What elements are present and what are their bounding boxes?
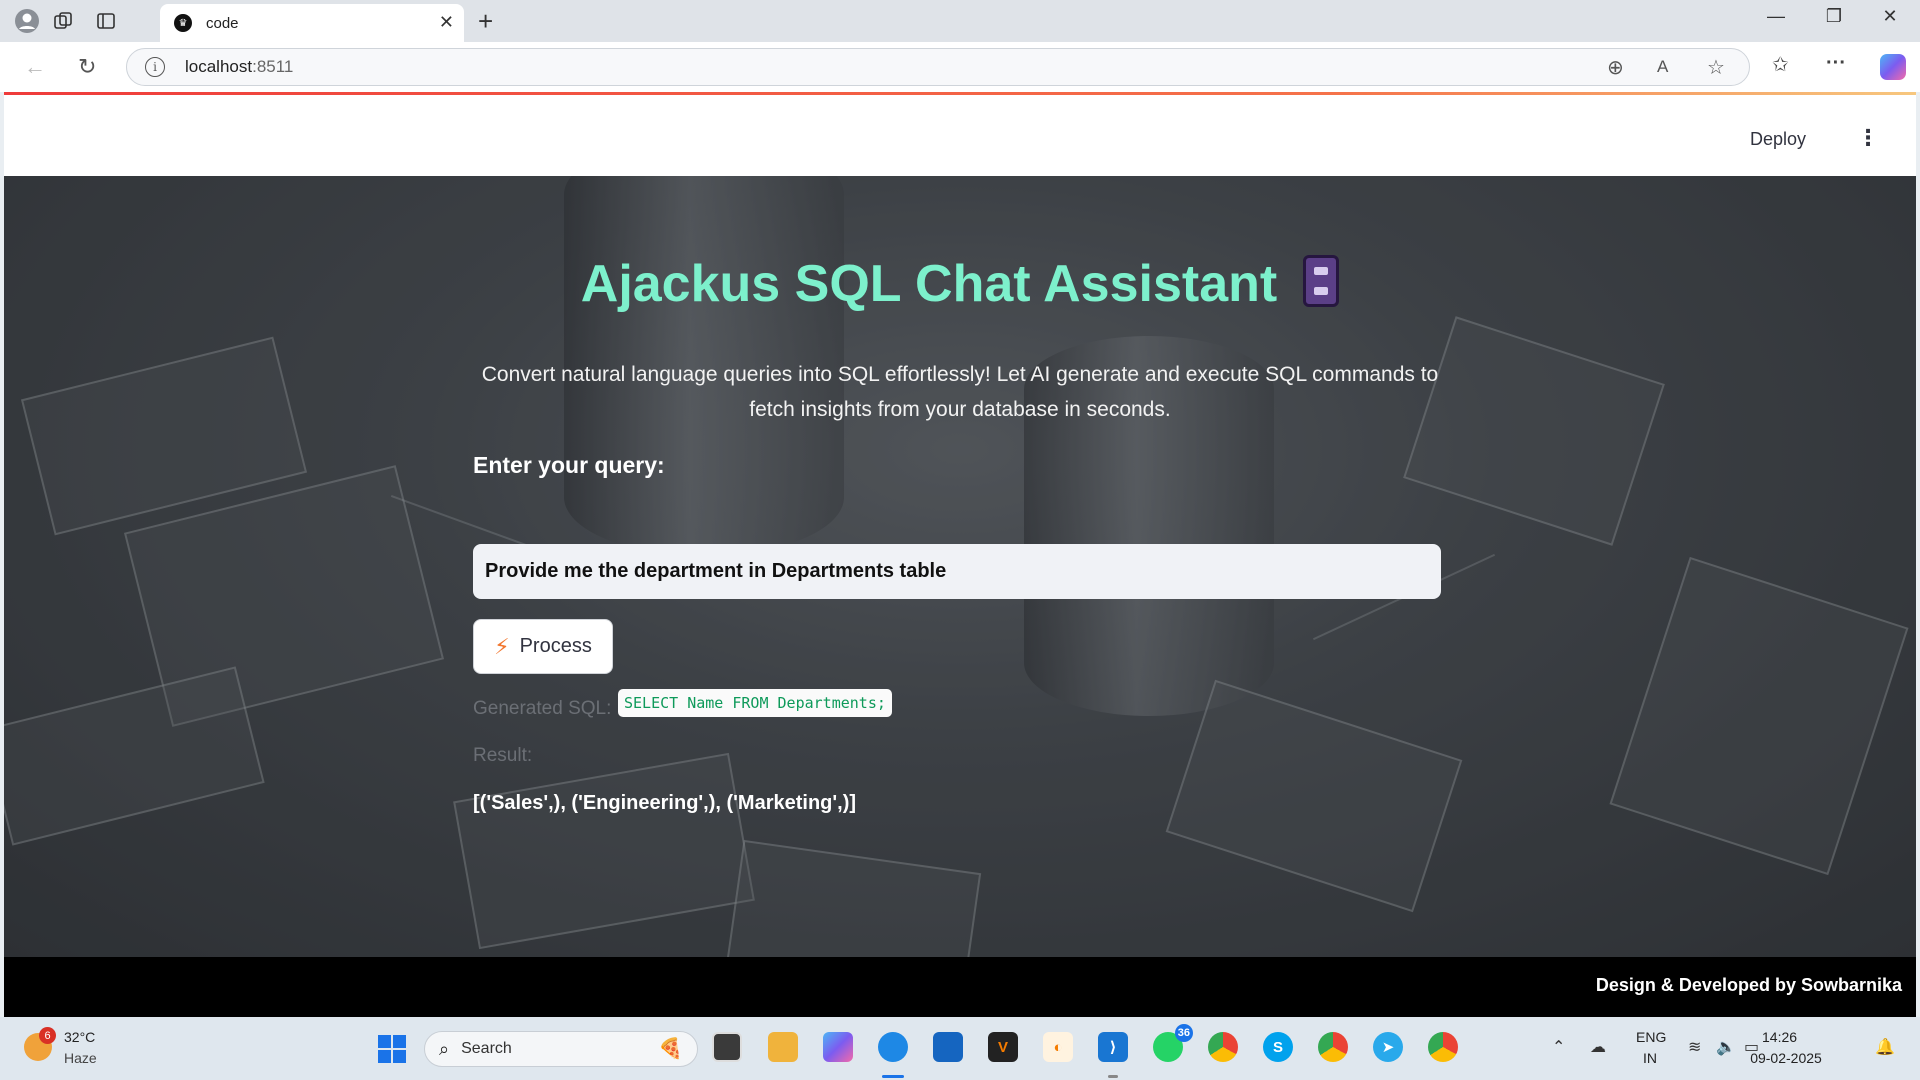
favorites-icon[interactable]: ✩ [1772, 52, 1789, 77]
chrome-icon[interactable] [1318, 1032, 1348, 1062]
generated-sql-label: Generated SQL: [473, 698, 612, 719]
url-field[interactable]: i localhost:8511 ⊕ A ☆ [126, 48, 1750, 86]
vscode-icon[interactable]: ⟩ [1098, 1032, 1128, 1062]
main-menu-icon[interactable]: ⋮ [1857, 125, 1879, 151]
process-button[interactable]: ⚡ Process [473, 619, 613, 674]
read-aloud-icon[interactable]: A [1657, 57, 1668, 77]
weather-description[interactable]: Haze [64, 1050, 97, 1066]
vivaldi-icon[interactable]: V [988, 1032, 1018, 1062]
volume-icon[interactable]: 🔈 [1716, 1037, 1736, 1057]
streamlit-favicon-icon: ♛ [174, 14, 192, 32]
more-options-icon[interactable]: ··· [1826, 52, 1846, 75]
region-indicator[interactable]: IN [1643, 1050, 1657, 1066]
close-window-icon[interactable]: ✕ [1870, 6, 1910, 27]
chrome-second-profile-icon[interactable] [1428, 1032, 1458, 1062]
clock-time[interactable]: 14:26 [1762, 1029, 1797, 1045]
pizza-icon: 🍕 [658, 1038, 683, 1060]
edge-active-indicator [882, 1075, 904, 1078]
generated-sql-code: SELECT Name FROM Departments; [618, 689, 892, 717]
notifications-icon[interactable]: 🔔 [1875, 1037, 1895, 1057]
profile-icon[interactable] [12, 7, 42, 35]
lightning-icon: ⚡ [494, 633, 510, 659]
back-icon[interactable]: ← [24, 54, 46, 80]
process-button-label: Process [519, 635, 592, 657]
onedrive-cloud-icon[interactable]: ☁ [1590, 1037, 1606, 1057]
page-subtitle: Convert natural language queries into SQ… [481, 363, 1439, 421]
taskbar-search[interactable]: ⌕ Search 🍕 [424, 1031, 698, 1067]
search-label: Search [461, 1040, 512, 1057]
edge-icon[interactable] [878, 1032, 908, 1062]
browser-tab[interactable]: ♛ code ✕ [160, 4, 464, 42]
copilot-icon[interactable] [1880, 54, 1906, 80]
query-label: Enter your query: [473, 452, 665, 478]
deploy-button[interactable]: Deploy [1750, 129, 1806, 150]
task-view-icon[interactable] [712, 1032, 742, 1062]
tab-title: code [206, 14, 239, 32]
store-icon[interactable] [933, 1032, 963, 1062]
favorite-star-icon[interactable]: ☆ [1707, 55, 1725, 80]
vscode-active-indicator [1108, 1075, 1118, 1078]
jupyter-icon[interactable]: ◐ [1043, 1032, 1073, 1062]
weather-badge: 6 [39, 1027, 56, 1044]
result-value: [('Sales',), ('Engineering',), ('Marketi… [473, 792, 857, 814]
footer-credit: Design & Developed by Sowbarnika [1595, 975, 1902, 995]
file-explorer-icon[interactable] [768, 1032, 798, 1062]
copilot-app-icon[interactable] [823, 1032, 853, 1062]
show-hidden-icons-chevron-icon[interactable]: ⌃ [1552, 1037, 1565, 1057]
page-title: Ajackus SQL Chat Assistant [4, 254, 1916, 314]
weather-temperature[interactable]: 32°C [64, 1029, 95, 1045]
search-icon: ⌕ [439, 1038, 450, 1059]
whatsapp-badge: 36 [1174, 1024, 1193, 1042]
taskbar: 6 32°C Haze ⌕ Search 🍕 V ◐ ⟩ 36 S ➤ ⌃ ☁ … [0, 1017, 1920, 1080]
start-windows-icon[interactable] [378, 1035, 406, 1063]
url-text: localhost:8511 [185, 57, 294, 76]
app-header: Deploy ⋮ [4, 95, 1916, 176]
whatsapp-icon[interactable]: 36 [1153, 1024, 1193, 1062]
query-input[interactable]: Provide me the department in Departments… [473, 544, 1441, 599]
workspaces-icon[interactable] [48, 7, 78, 35]
telegram-icon[interactable]: ➤ [1373, 1032, 1403, 1062]
skype-icon[interactable]: S [1263, 1032, 1293, 1062]
hero-section: Ajackus SQL Chat Assistant Convert natur… [4, 176, 1916, 957]
streamlit-app: Deploy ⋮ Ajackus SQL Chat Assistant Conv… [4, 95, 1916, 1017]
vertical-tabs-icon[interactable] [91, 7, 121, 35]
result-label: Result: [473, 745, 533, 766]
new-tab-icon[interactable]: + [478, 6, 493, 37]
file-cabinet-icon [1303, 255, 1340, 308]
browser-tab-bar: ♛ code ✕ + — ❐ ✕ [0, 0, 1920, 42]
wifi-icon[interactable]: ≋ [1688, 1037, 1701, 1057]
close-tab-icon[interactable]: ✕ [439, 12, 454, 33]
address-bar-row: ← ↻ i localhost:8511 ⊕ A ☆ ✩ ··· [0, 42, 1920, 92]
zoom-icon[interactable]: ⊕ [1607, 55, 1624, 80]
minimize-icon[interactable]: — [1756, 6, 1796, 27]
restore-icon[interactable]: ❐ [1814, 6, 1854, 27]
clock-date[interactable]: 09-02-2025 [1750, 1050, 1822, 1066]
site-info-icon[interactable]: i [145, 57, 165, 77]
refresh-icon[interactable]: ↻ [78, 54, 96, 80]
language-indicator[interactable]: ENG [1636, 1029, 1666, 1045]
chrome-profile-icon[interactable] [1208, 1032, 1238, 1062]
page-footer: Design & Developed by Sowbarnika [4, 957, 1916, 1017]
